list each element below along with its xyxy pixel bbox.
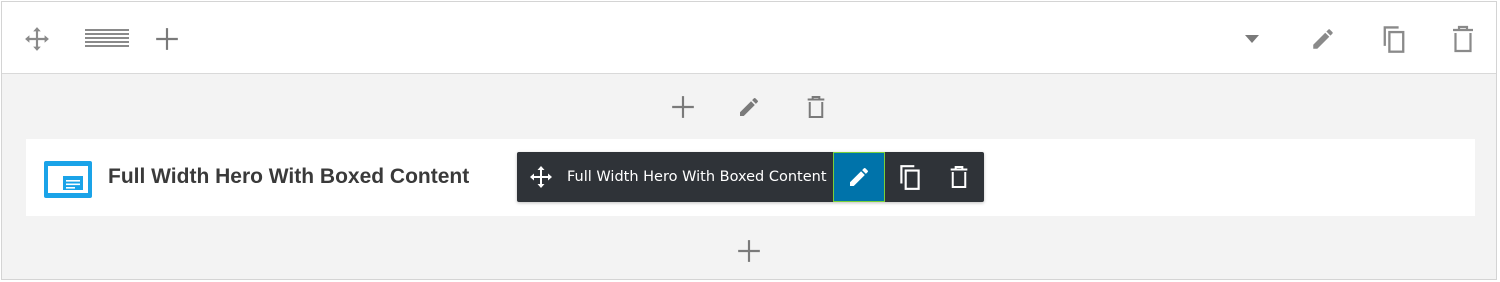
row-copy-icon[interactable] [1378, 22, 1410, 56]
row-edit-pencil-icon[interactable] [1308, 24, 1338, 54]
row-add-icon[interactable] [152, 24, 182, 54]
bottom-add-area [2, 216, 1496, 281]
column-edit-pencil-icon[interactable] [735, 93, 763, 121]
toolbar-edit-button[interactable] [833, 152, 885, 202]
row-layout-icon[interactable] [84, 26, 130, 52]
row-container: Full Width Hero With Boxed Content Full … [1, 1, 1497, 280]
module-block[interactable]: Full Width Hero With Boxed Content Full … [26, 139, 1475, 216]
row-trash-icon[interactable] [1448, 22, 1478, 56]
column-actions [2, 74, 1496, 139]
toolbar-module-label: Full Width Hero With Boxed Content [567, 169, 827, 185]
pencil-icon [850, 167, 869, 186]
row-move-icon[interactable] [22, 24, 52, 54]
toolbar-trash-icon[interactable] [945, 162, 973, 192]
caret-down-icon[interactable] [1240, 29, 1264, 49]
module-title: Full Width Hero With Boxed Content [108, 165, 470, 188]
column-trash-icon[interactable] [803, 91, 829, 123]
module-overlay-toolbar: Full Width Hero With Boxed Content [517, 152, 984, 202]
bottom-add-icon[interactable] [734, 236, 764, 266]
toolbar-copy-icon[interactable] [894, 162, 926, 192]
column-add-icon[interactable] [668, 92, 698, 122]
toolbar-move-icon[interactable] [527, 164, 555, 190]
module-layout-icon [44, 161, 92, 198]
row-header [2, 2, 1496, 74]
